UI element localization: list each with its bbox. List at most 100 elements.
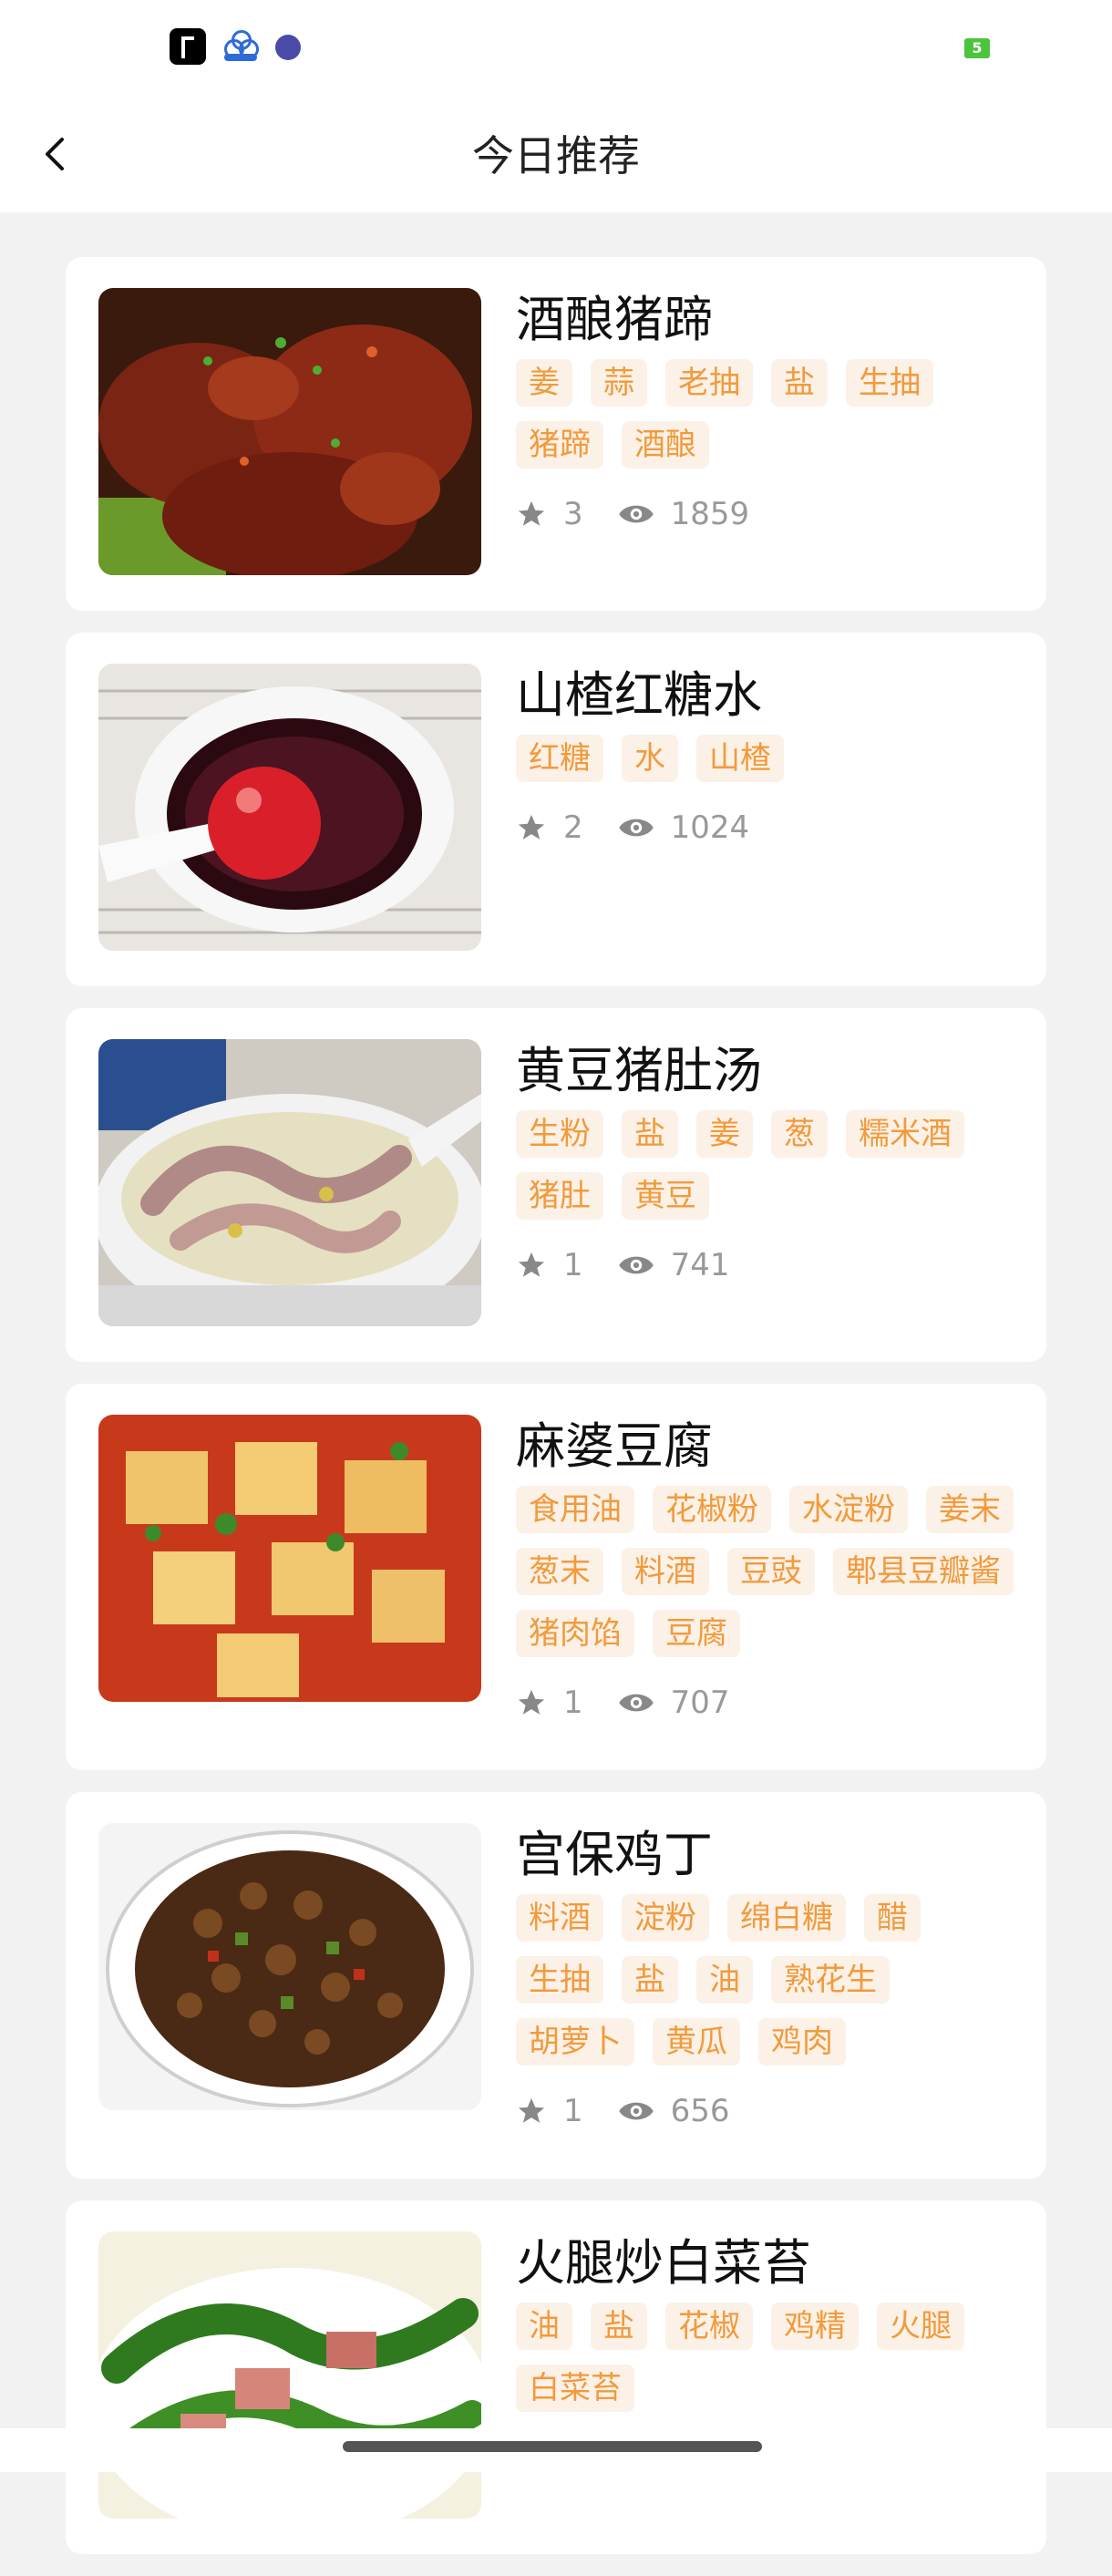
recipe-image: [98, 288, 481, 575]
recipe-title: 黄豆猪肚汤: [516, 1042, 762, 1099]
recipe-title: 山楂红糖水: [516, 666, 762, 724]
recipe-stats: 2 1024: [516, 809, 1014, 846]
recipe-image: [98, 2231, 481, 2519]
ingredient-tag: 鸡肉: [758, 2018, 846, 2066]
ingredient-tag: 生抽: [516, 1956, 603, 2004]
ingredient-tags: 油 盐 花椒 鸡精 火腿 白菜苔: [516, 2303, 1014, 2412]
ingredient-tag: 蒜: [591, 359, 647, 407]
star-icon: [518, 1252, 545, 1277]
recipe-card[interactable]: 麻婆豆腐 食用油 花椒粉 水淀粉 姜末 葱末 料酒 豆豉 郫县豆瓣酱 猪肉馅 豆…: [66, 1384, 1046, 1770]
app-notification-icon: [275, 35, 301, 60]
ingredient-tag: 花椒: [665, 2303, 753, 2350]
view-count: 656: [670, 2093, 730, 2129]
ingredient-tag: 料酒: [622, 1548, 709, 1595]
ingredient-tag: 豆豉: [727, 1548, 815, 1595]
ingredient-tag: 豆腐: [653, 1610, 740, 1657]
recipe-title: 宫保鸡丁: [516, 1826, 713, 1883]
star-icon: [518, 1689, 545, 1715]
ingredient-tag: 水: [622, 735, 678, 782]
ingredient-tag: 淀粉: [622, 1894, 709, 1942]
ingredient-tag: 姜末: [926, 1486, 1014, 1533]
recipe-card[interactable]: 宫保鸡丁 料酒 淀粉 绵白糖 醋 生抽 盐 油 熟花生 胡萝卜 黄瓜 鸡肉 1 …: [66, 1792, 1046, 2179]
ingredient-tags: 生粉 盐 姜 葱 糯米酒 猪肚 黄豆: [516, 1110, 1014, 1220]
recipe-title: 酒酿猪蹄: [516, 291, 713, 348]
ingredient-tag: 花椒粉: [653, 1486, 771, 1533]
ingredient-tag: 醋: [864, 1894, 921, 1942]
ingredient-tags: 姜 蒜 老抽 盐 生抽 猪蹄 酒酿: [516, 359, 1014, 469]
page-header: 今日推荐: [0, 96, 1112, 212]
ingredient-tag: 盐: [771, 359, 828, 407]
ingredient-tag: 葱: [771, 1110, 828, 1158]
star-icon: [518, 500, 545, 526]
star-count: 1: [563, 1247, 583, 1283]
ingredient-tag: 盐: [622, 1110, 678, 1158]
view-count: 1859: [670, 496, 750, 532]
ingredient-tag: 油: [696, 1956, 753, 2004]
ingredient-tag: 酒酿: [622, 421, 709, 469]
recipe-card[interactable]: 山楂红糖水 红糖 水 山楂 2 1024: [66, 633, 1046, 986]
eye-icon: [618, 1256, 654, 1274]
ingredient-tag: 料酒: [516, 1894, 603, 1942]
recipe-image: [98, 1039, 481, 1326]
ingredient-tag: 郫县豆瓣酱: [833, 1548, 1014, 1595]
ingredient-tag: 盐: [591, 2303, 647, 2350]
ingredient-tag: 生粉: [516, 1110, 603, 1158]
battery-icon: 5: [964, 38, 990, 58]
recipe-image: [98, 1823, 481, 2110]
ingredient-tag: 食用油: [516, 1486, 634, 1533]
ingredient-tag: 生抽: [846, 359, 933, 407]
eye-icon: [618, 505, 654, 523]
ingredient-tag: 猪蹄: [516, 421, 603, 469]
recipe-card[interactable]: 黄豆猪肚汤 生粉 盐 姜 葱 糯米酒 猪肚 黄豆 1 741: [66, 1008, 1046, 1362]
ingredient-tag: 姜: [696, 1110, 753, 1158]
star-icon: [518, 2097, 545, 2123]
ingredient-tag: 水淀粉: [789, 1486, 908, 1533]
ingredient-tag: 绵白糖: [727, 1894, 846, 1942]
ingredient-tags: 红糖 水 山楂: [516, 735, 1014, 782]
recipe-image: [98, 1415, 481, 1702]
ingredient-tag: 黄瓜: [653, 2018, 740, 2066]
view-count: 1024: [670, 809, 750, 846]
status-bar: 5: [0, 0, 1112, 96]
ingredient-tag: 火腿: [877, 2303, 964, 2350]
page-title: 今日推荐: [472, 131, 640, 180]
ingredient-tag: 熟花生: [771, 1956, 890, 2004]
recipe-list: 酒酿猪蹄 姜 蒜 老抽 盐 生抽 猪蹄 酒酿 3 1859 山楂红糖水 红糖 水…: [66, 257, 1046, 2576]
star-count: 1: [563, 2093, 583, 2129]
ingredient-tag: 油: [516, 2303, 572, 2350]
recipe-stats: 1 656: [516, 2093, 1014, 2129]
ingredient-tag: 猪肚: [516, 1172, 603, 1220]
ingredient-tag: 胡萝卜: [516, 2018, 634, 2066]
app-notification-icon: [222, 28, 259, 65]
ingredient-tag: 鸡精: [771, 2303, 859, 2350]
eye-icon: [618, 1694, 654, 1712]
ingredient-tag: 红糖: [516, 735, 603, 782]
star-count: 1: [563, 1685, 583, 1721]
eye-icon: [618, 819, 654, 837]
ingredient-tag: 山楂: [696, 735, 784, 782]
star-count: 3: [563, 496, 583, 532]
recipe-image: [98, 664, 481, 951]
recipe-stats: 3 1859: [516, 496, 1014, 532]
ingredient-tag: 姜: [516, 359, 572, 407]
tiktok-app-icon: [170, 28, 206, 65]
eye-icon: [618, 2102, 654, 2120]
ingredient-tag: 白菜苔: [516, 2365, 634, 2412]
view-count: 707: [670, 1685, 730, 1721]
ingredient-tag: 猪肉馅: [516, 1610, 634, 1657]
recipe-title: 火腿炒白菜苔: [516, 2234, 811, 2292]
star-icon: [518, 814, 545, 840]
home-indicator[interactable]: [343, 2441, 762, 2452]
ingredient-tags: 食用油 花椒粉 水淀粉 姜末 葱末 料酒 豆豉 郫县豆瓣酱 猪肉馅 豆腐: [516, 1486, 1014, 1657]
ingredient-tag: 盐: [622, 1956, 678, 2004]
star-count: 2: [563, 809, 583, 846]
ingredient-tag: 老抽: [665, 359, 753, 407]
recipe-card[interactable]: 火腿炒白菜苔 油 盐 花椒 鸡精 火腿 白菜苔: [66, 2200, 1046, 2554]
ingredient-tag: 黄豆: [622, 1172, 709, 1220]
recipe-title: 麻婆豆腐: [516, 1417, 713, 1475]
ingredient-tags: 料酒 淀粉 绵白糖 醋 生抽 盐 油 熟花生 胡萝卜 黄瓜 鸡肉: [516, 1894, 1014, 2066]
ingredient-tag: 葱末: [516, 1548, 603, 1595]
view-count: 741: [670, 1247, 730, 1283]
recipe-card[interactable]: 酒酿猪蹄 姜 蒜 老抽 盐 生抽 猪蹄 酒酿 3 1859: [66, 257, 1046, 611]
recipe-stats: 1 741: [516, 1247, 1014, 1283]
